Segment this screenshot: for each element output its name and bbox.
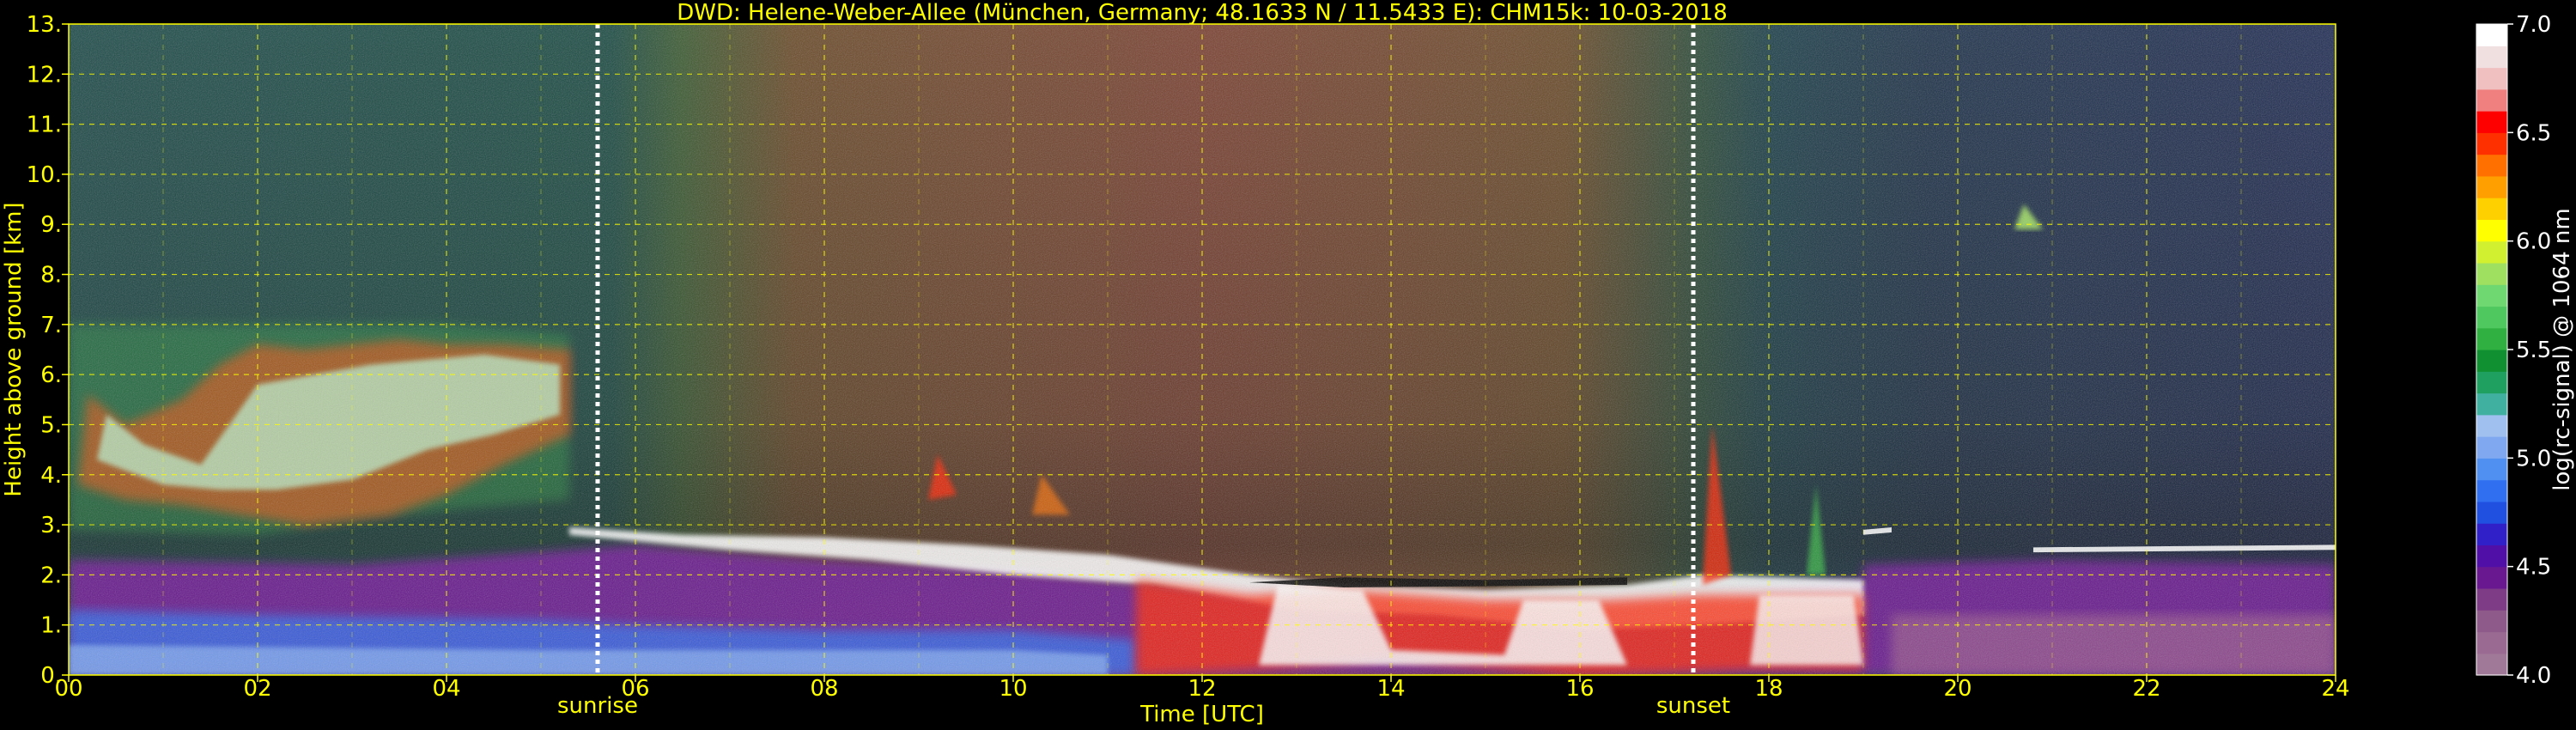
x-tick-label: 20 [1943, 676, 1971, 702]
colorbar-segment [2476, 88, 2507, 112]
colorbar-tick-label: 5.5 [2516, 338, 2551, 363]
ceilometer-chart: 00 02 04 06 08 10 12 14 16 18 20 22 24 0.1.2.3.4.5.6… [1, 0, 2575, 727]
colorbar-segment [2476, 198, 2507, 220]
colorbar-segment [2476, 653, 2507, 676]
colorbar-segment [2476, 458, 2507, 481]
y-tick-label: 1. [40, 613, 62, 639]
x-tick-label: 22 [2132, 676, 2160, 702]
sunset-label: sunset [1656, 693, 1730, 719]
y-tick-label: 13. [27, 12, 62, 38]
colorbar-segment [2476, 46, 2507, 69]
colorbar-tick-label: 4.5 [2516, 555, 2551, 581]
y-tick-label: 6. [40, 362, 62, 388]
colorbar-segment [2476, 154, 2507, 177]
y-tick-label: 9. [40, 212, 62, 238]
y-tick-label: 10. [27, 162, 62, 188]
x-tick-label: 08 [810, 676, 838, 702]
y-tick-label: 2. [40, 563, 62, 588]
colorbar-label: log(rc-signal) @ 1064 nm [2549, 208, 2575, 490]
x-tick-label: 12 [1188, 676, 1216, 702]
y-tick-label: 0. [40, 663, 62, 689]
colorbar-segment [2476, 566, 2507, 589]
y-tick-label: 3. [40, 513, 62, 538]
colorbar-segment [2476, 24, 2507, 46]
y-axis-label: Height above ground [km] [1, 202, 27, 496]
y-tick-label: 7. [40, 313, 62, 338]
colorbar-segment [2476, 284, 2507, 307]
x-tick-label: 04 [432, 676, 460, 702]
colorbar-tick-label: 4.0 [2516, 663, 2551, 689]
x-tick-label: 10 [999, 676, 1027, 702]
x-axis-label: Time [UTC] [1139, 702, 1264, 727]
sunrise-label: sunrise [557, 693, 638, 719]
colorbar-segment [2476, 523, 2507, 545]
colorbar-tick-label: 6.5 [2516, 120, 2551, 146]
colorbar-segment [2476, 631, 2507, 654]
y-axis: 0. 1. 2. 3. 4. 5. 6. 7. 8. 9. 10. 11. 12. 13. [27, 12, 69, 689]
colorbar-tick-label: 6.0 [2516, 229, 2551, 255]
colorbar-segment [2476, 436, 2507, 459]
colorbar-segment [2476, 67, 2507, 90]
colorbar-tick-label: 5.0 [2516, 446, 2551, 471]
colorbar-segment [2476, 501, 2507, 524]
y-tick-label: 11. [27, 113, 62, 138]
colorbar-segment [2476, 132, 2507, 155]
colorbar-segment [2476, 392, 2507, 416]
signal-heatmap [69, 24, 2336, 675]
x-tick-label: 16 [1565, 676, 1594, 702]
colorbar-segment [2476, 262, 2507, 285]
colorbar-segment [2476, 327, 2507, 350]
colorbar-segment [2476, 587, 2507, 611]
colorbar-segment [2476, 610, 2507, 633]
x-axis: 00 02 04 06 08 10 12 14 16 18 20 22 24 [54, 675, 2350, 702]
chart-title: DWD: Helene-Weber-Allee (München, German… [677, 0, 1728, 26]
colorbar-segment [2476, 371, 2507, 394]
colorbar-segment [2476, 219, 2507, 242]
colorbar-segment [2476, 240, 2507, 264]
colorbar-segment [2476, 111, 2507, 133]
y-tick-label: 12. [27, 62, 62, 88]
y-tick-label: 8. [40, 263, 62, 289]
x-tick-label: 24 [2321, 676, 2349, 702]
colorbar-tick-label: 7.0 [2516, 12, 2551, 38]
y-tick-label: 4. [40, 463, 62, 489]
x-tick-label: 02 [243, 676, 271, 702]
x-tick-label: 14 [1376, 676, 1405, 702]
x-tick-label: 18 [1754, 676, 1783, 702]
colorbar-segment [2476, 350, 2507, 372]
colorbar-segment [2476, 414, 2507, 437]
colorbar-segment [2476, 306, 2507, 329]
colorbar-segment [2476, 479, 2507, 502]
colorbar: 4.0 4.5 5.0 5.5 6.0 6.5 7.0 [2476, 12, 2551, 689]
colorbar-segment [2476, 544, 2507, 568]
colorbar-segment [2476, 175, 2507, 198]
y-tick-label: 5. [40, 412, 62, 438]
